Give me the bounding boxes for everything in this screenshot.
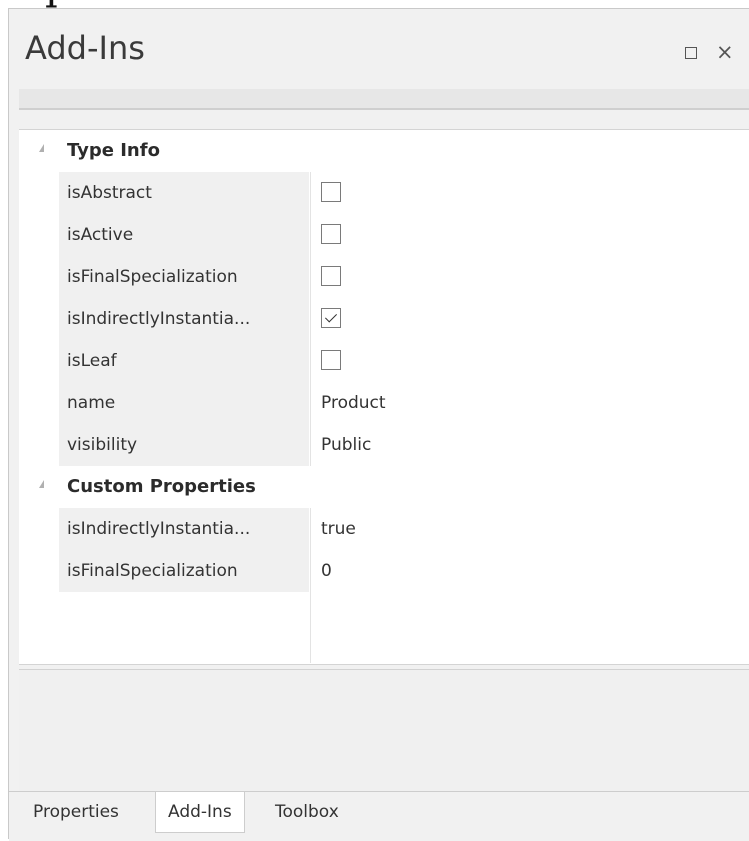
- collapse-triangle-icon[interactable]: [39, 480, 44, 488]
- property-name: isIndirectlyInstantia...: [67, 519, 251, 539]
- property-name: visibility: [67, 435, 138, 455]
- property-name: isLeaf: [67, 351, 117, 371]
- tab-toolbox[interactable]: Toolbox: [263, 792, 351, 832]
- property-row[interactable]: isIndirectlyInstantia... true: [19, 508, 749, 551]
- property-name: isActive: [67, 225, 134, 245]
- property-checkbox-checked[interactable]: [321, 308, 341, 328]
- maximize-icon[interactable]: [685, 47, 697, 59]
- property-value[interactable]: true: [321, 519, 356, 539]
- collapse-triangle-icon[interactable]: [39, 144, 44, 152]
- tab-properties[interactable]: Properties: [21, 792, 131, 832]
- add-ins-panel: Add-Ins × Type Info isAbstract isActive …: [8, 8, 749, 841]
- panel-title-bar: Add-Ins ×: [9, 9, 749, 89]
- panel-toolbar-strip: [19, 89, 749, 110]
- property-checkbox[interactable]: [321, 350, 341, 370]
- property-row[interactable]: isLeaf: [19, 340, 749, 383]
- property-name: isFinalSpecialization: [67, 267, 238, 287]
- property-row[interactable]: isActive: [19, 214, 749, 257]
- property-row[interactable]: isFinalSpecialization: [19, 256, 749, 299]
- grid-empty-area: [310, 592, 749, 663]
- property-grid: Type Info isAbstract isActive isFinalSpe…: [19, 129, 749, 665]
- property-checkbox[interactable]: [321, 266, 341, 286]
- property-name: name: [67, 393, 116, 413]
- description-area: [19, 669, 749, 792]
- property-row[interactable]: name Product: [19, 382, 749, 425]
- grid-empty-area: [59, 592, 309, 663]
- tab-add-ins[interactable]: Add-Ins: [155, 792, 245, 833]
- category-label: Custom Properties: [67, 476, 256, 497]
- category-row-type-info[interactable]: Type Info: [19, 130, 749, 172]
- property-name: isAbstract: [67, 183, 152, 203]
- panel-title: Add-Ins: [25, 29, 145, 67]
- category-label: Type Info: [67, 140, 160, 161]
- panel-tab-bar: Properties Add-Ins Toolbox: [9, 791, 749, 841]
- property-row[interactable]: isFinalSpecialization 0: [19, 550, 749, 593]
- property-checkbox[interactable]: [321, 182, 341, 202]
- property-name: isFinalSpecialization: [67, 561, 238, 581]
- clipped-heading-fragment: rap: [2, 0, 71, 6]
- property-name: isIndirectlyInstantia...: [67, 309, 251, 329]
- checkmark-icon: [324, 310, 338, 323]
- category-row-custom-properties[interactable]: Custom Properties: [19, 466, 749, 508]
- property-row[interactable]: isAbstract: [19, 172, 749, 215]
- property-value[interactable]: 0: [321, 561, 332, 581]
- property-checkbox[interactable]: [321, 224, 341, 244]
- close-icon[interactable]: ×: [716, 42, 734, 63]
- property-value[interactable]: Public: [321, 435, 371, 455]
- property-value[interactable]: Product: [321, 393, 386, 413]
- property-row[interactable]: isIndirectlyInstantia...: [19, 298, 749, 341]
- property-row[interactable]: visibility Public: [19, 424, 749, 467]
